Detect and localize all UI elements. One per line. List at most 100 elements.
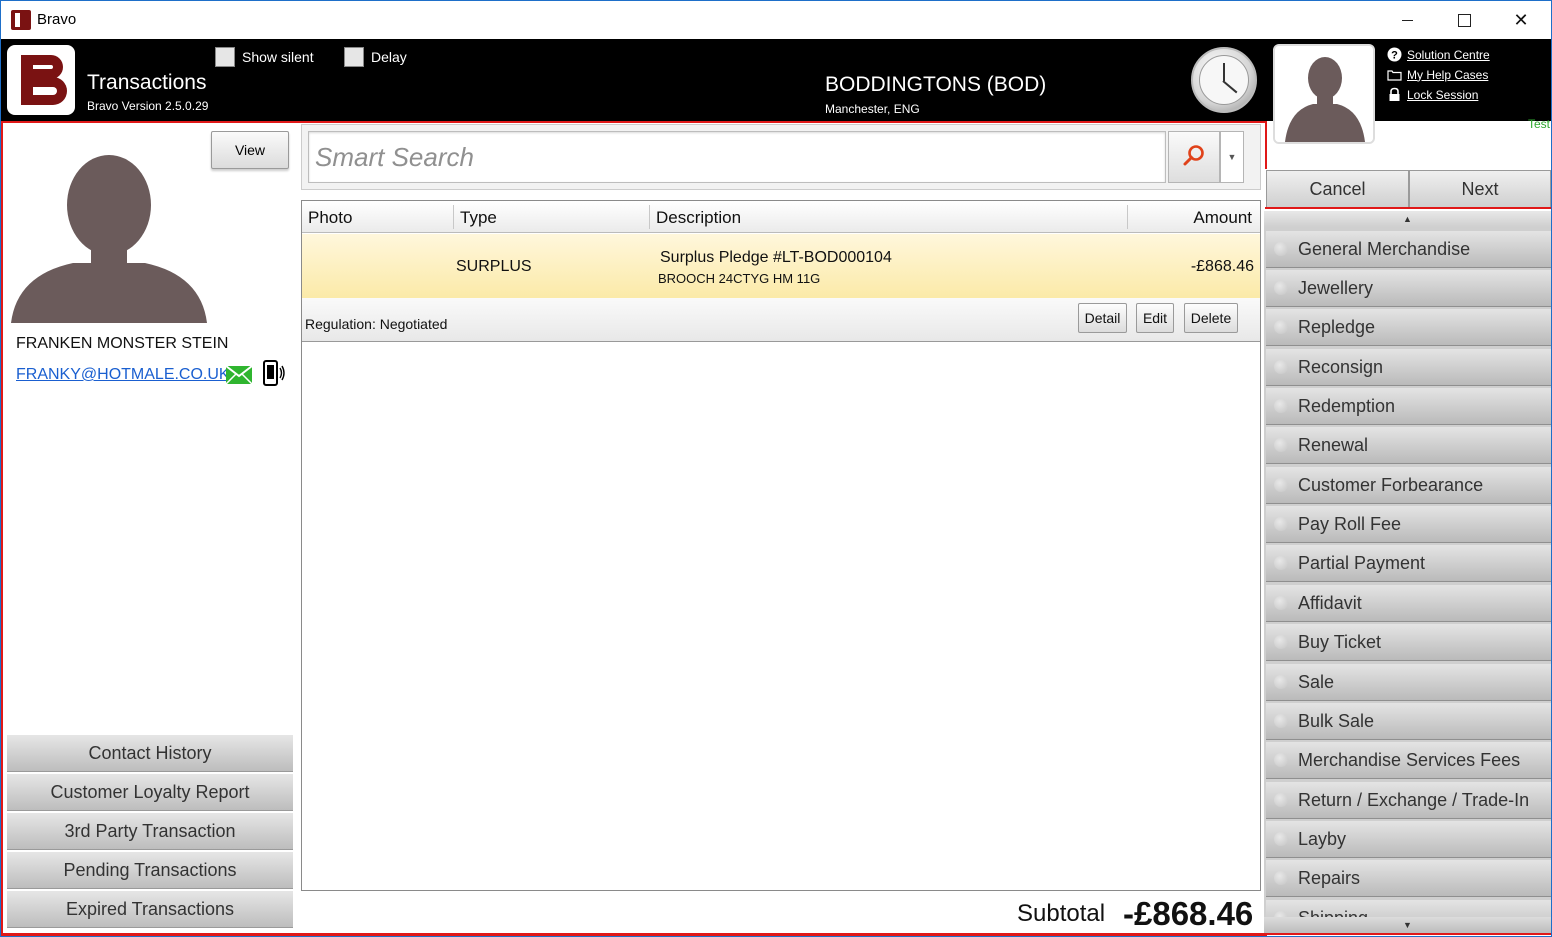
category-label: Repairs: [1298, 867, 1361, 888]
lock-icon: [1387, 87, 1402, 102]
category-repairs[interactable]: Repairs: [1266, 860, 1551, 897]
category-partial-payment[interactable]: Partial Payment: [1266, 545, 1551, 582]
next-button[interactable]: Next: [1409, 170, 1551, 208]
radio-dot-icon: [1274, 360, 1288, 374]
radio-dot-icon: [1274, 871, 1288, 885]
category-label: Customer Forbearance: [1298, 474, 1484, 495]
category-label: Sale: [1298, 671, 1335, 692]
show-silent-label: Show silent: [242, 49, 314, 65]
category-label: Reconsign: [1298, 356, 1384, 377]
radio-dot-icon: [1274, 793, 1288, 807]
edit-button[interactable]: Edit: [1136, 303, 1174, 333]
radio-dot-icon: [1274, 438, 1288, 452]
app-logo-icon: [11, 10, 31, 30]
lock-session-link[interactable]: Lock Session: [1387, 87, 1478, 102]
pending-transactions-button[interactable]: Pending Transactions: [7, 852, 293, 889]
column-header-amount[interactable]: Amount: [1193, 208, 1252, 228]
row-type: SURPLUS: [456, 258, 532, 275]
search-dropdown-button[interactable]: ▼: [1220, 131, 1244, 183]
category-label: Merchandise Services Fees: [1298, 749, 1521, 770]
radio-dot-icon: [1274, 478, 1288, 492]
grid-header: Photo Type Description Amount: [302, 201, 1260, 233]
lock-session-label: Lock Session: [1407, 87, 1479, 102]
environment-label: Test: [1528, 117, 1551, 131]
view-button[interactable]: View: [211, 131, 289, 169]
transaction-type-list: ▲ General Merchandise Jewellery Repledge…: [1264, 211, 1551, 933]
category-label: Return / Exchange / Trade-In: [1298, 789, 1530, 810]
transactions-grid: Photo Type Description Amount SURPLUS Su…: [301, 200, 1261, 891]
solution-centre-link[interactable]: ? Solution Centre: [1387, 47, 1490, 62]
category-customer-forbearance[interactable]: Customer Forbearance: [1266, 467, 1551, 504]
scroll-down-button[interactable]: ▼: [1264, 917, 1551, 933]
chevron-down-icon: ▼: [1227, 152, 1237, 162]
category-sale[interactable]: Sale: [1266, 664, 1551, 701]
svg-text:?: ?: [1391, 50, 1398, 62]
app-window: Bravo ✕ Transactions Bravo Version 2.5.0…: [0, 0, 1552, 937]
show-silent-checkbox[interactable]: [215, 47, 235, 67]
customer-avatar: [11, 153, 207, 323]
help-cases-link[interactable]: My Help Cases: [1387, 67, 1488, 82]
radio-dot-icon: [1274, 753, 1288, 767]
help-icon: ?: [1387, 47, 1402, 62]
category-label: Renewal: [1298, 434, 1369, 455]
search-input[interactable]: [309, 132, 1165, 182]
search-icon: [1182, 143, 1206, 172]
category-label: Partial Payment: [1298, 552, 1426, 573]
category-return-exchange-trade-in[interactable]: Return / Exchange / Trade-In: [1266, 782, 1551, 819]
category-redemption[interactable]: Redemption: [1266, 388, 1551, 425]
customer-panel: View FRANKEN MONSTER STEIN FRANKY@HOTMAL…: [3, 123, 299, 933]
subtotal-value: -£868.46: [1123, 895, 1254, 932]
radio-dot-icon: [1274, 517, 1288, 531]
category-buy-ticket[interactable]: Buy Ticket: [1266, 624, 1551, 661]
title-bar: Bravo ✕: [1, 1, 1551, 39]
category-repledge[interactable]: Repledge: [1266, 309, 1551, 346]
column-header-type[interactable]: Type: [460, 208, 497, 228]
loyalty-report-button[interactable]: Customer Loyalty Report: [7, 774, 293, 811]
maximize-button[interactable]: [1435, 1, 1493, 39]
radio-dot-icon: [1274, 675, 1288, 689]
user-avatar[interactable]: [1273, 44, 1375, 144]
delete-button[interactable]: Delete: [1184, 303, 1238, 333]
category-label: Affidavit: [1298, 592, 1362, 613]
search-button[interactable]: [1168, 131, 1220, 183]
category-label: Buy Ticket: [1298, 631, 1382, 652]
envelope-icon[interactable]: [225, 365, 253, 385]
radio-dot-icon: [1274, 320, 1288, 334]
column-header-photo[interactable]: Photo: [308, 208, 352, 228]
contact-history-button[interactable]: Contact History: [7, 735, 293, 772]
chevron-down-icon: ▼: [1403, 920, 1412, 930]
phone-sms-icon[interactable]: [261, 359, 287, 387]
detail-button[interactable]: Detail: [1078, 303, 1127, 333]
page-title: Transactions: [87, 71, 207, 94]
category-label: General Merchandise: [1298, 238, 1471, 259]
category-reconsign[interactable]: Reconsign: [1266, 349, 1551, 386]
category-pay-roll-fee[interactable]: Pay Roll Fee: [1266, 506, 1551, 543]
expired-transactions-button[interactable]: Expired Transactions: [7, 891, 293, 928]
store-location: Manchester, ENG: [825, 102, 920, 116]
minimize-button[interactable]: [1378, 1, 1436, 39]
scroll-up-button[interactable]: ▲: [1264, 211, 1551, 227]
third-party-transaction-button[interactable]: 3rd Party Transaction: [7, 813, 293, 850]
category-bulk-sale[interactable]: Bulk Sale: [1266, 703, 1551, 740]
row-amount: -£868.46: [1190, 258, 1254, 275]
category-label: Pay Roll Fee: [1298, 513, 1402, 534]
category-general-merchandise[interactable]: General Merchandise: [1266, 231, 1551, 268]
search-input-box[interactable]: [308, 131, 1166, 183]
category-merchandise-services-fees[interactable]: Merchandise Services Fees: [1266, 742, 1551, 779]
category-renewal[interactable]: Renewal: [1266, 427, 1551, 464]
column-header-description[interactable]: Description: [656, 208, 741, 228]
category-jewellery[interactable]: Jewellery: [1266, 270, 1551, 307]
delay-checkbox[interactable]: [344, 47, 364, 67]
row-sub-description: BROOCH 24CTYG HM 11G: [658, 271, 821, 286]
radio-dot-icon: [1274, 714, 1288, 728]
radio-dot-icon: [1274, 399, 1288, 413]
radio-dot-icon: [1274, 242, 1288, 256]
cancel-button[interactable]: Cancel: [1266, 170, 1409, 208]
store-name: BODDINGTONS (BOD): [825, 73, 1047, 96]
category-affidavit[interactable]: Affidavit: [1266, 585, 1551, 622]
close-button[interactable]: ✕: [1492, 1, 1550, 39]
table-row[interactable]: SURPLUS Surplus Pledge #LT-BOD000104 BRO…: [302, 234, 1260, 298]
category-label: Bulk Sale: [1298, 710, 1375, 731]
category-layby[interactable]: Layby: [1266, 821, 1551, 858]
customer-email-link[interactable]: FRANKY@HOTMALE.CO.UK: [16, 366, 230, 384]
